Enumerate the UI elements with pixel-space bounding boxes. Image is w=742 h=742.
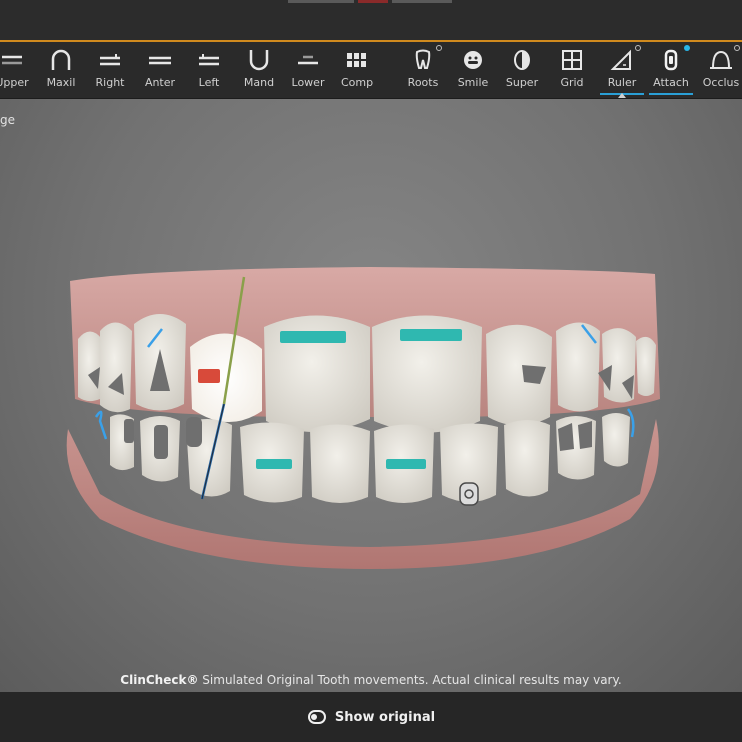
tool-label: Upper <box>0 76 29 89</box>
attachment[interactable] <box>124 419 134 443</box>
attachment[interactable] <box>386 459 426 469</box>
tool-label: Occlus <box>702 76 740 89</box>
view-toolbar: Upper Maxil Right Anter Left <box>0 42 742 99</box>
tool-label: Ruler <box>607 76 637 89</box>
tooth[interactable] <box>78 331 102 402</box>
tool-label: Attach <box>653 76 689 89</box>
toggle-on-indicator <box>684 45 690 51</box>
tool-mandibular[interactable]: Mand <box>234 42 284 98</box>
tool-label: Maxil <box>46 76 76 89</box>
show-original-label: Show original <box>334 709 436 725</box>
attachment[interactable] <box>400 329 462 341</box>
toggle-off-indicator <box>734 45 740 51</box>
toggle-off-indicator <box>635 45 641 51</box>
tool-label: Comp <box>340 76 374 89</box>
tool-right[interactable]: Right <box>85 42 135 98</box>
tool-maxillary[interactable]: Maxil <box>36 42 86 98</box>
show-original-button[interactable]: Show original <box>307 709 435 725</box>
grid-icon <box>562 50 582 70</box>
mandibular-arch-icon <box>249 50 269 71</box>
tool-label: Lower <box>291 76 325 89</box>
attachment[interactable] <box>154 425 168 459</box>
tooth[interactable] <box>636 336 656 396</box>
precision-cut[interactable] <box>94 410 108 440</box>
window-tab[interactable] <box>288 0 354 3</box>
tool-label: Smile <box>457 76 489 89</box>
top-bar <box>0 0 742 42</box>
attachment[interactable] <box>186 417 202 447</box>
window-tab[interactable] <box>392 0 452 3</box>
right-view-icon <box>100 54 120 66</box>
active-underline <box>649 93 693 95</box>
anterior-view-icon <box>149 56 171 65</box>
toggle-off-indicator <box>436 45 442 51</box>
tool-superimpose[interactable]: Super <box>497 42 547 98</box>
tooth[interactable] <box>504 420 550 497</box>
arch-icon <box>51 49 71 70</box>
tool-label: Roots <box>407 76 439 89</box>
tool-roots[interactable]: Roots <box>398 42 448 98</box>
tool-attach[interactable]: Attach <box>646 42 696 98</box>
3d-viewport[interactable]: ge ClinCheck® Simulated Original Tooth m… <box>0 99 742 692</box>
tool-ruler[interactable]: Ruler <box>597 42 647 98</box>
occlusion-icon <box>710 50 732 69</box>
disclaimer: ClinCheck® Simulated Original Tooth move… <box>0 673 742 687</box>
left-view-icon <box>199 54 219 66</box>
tool-label: Grid <box>560 76 584 89</box>
selected-attachment[interactable] <box>198 369 220 383</box>
tooth[interactable] <box>310 424 370 503</box>
tool-label: Mand <box>243 76 275 89</box>
button-hook[interactable] <box>459 482 479 506</box>
attachment-icon <box>664 49 678 71</box>
tool-occlusion[interactable]: Occlus <box>696 42 742 98</box>
dropdown-caret-icon[interactable] <box>618 93 626 98</box>
tooth[interactable] <box>100 322 132 413</box>
smile-icon <box>464 51 482 69</box>
dental-model[interactable] <box>0 99 742 692</box>
tool-label: Super <box>505 76 539 89</box>
tool-label: Left <box>198 76 220 89</box>
tooth[interactable] <box>602 413 630 467</box>
tool-grid[interactable]: Grid <box>547 42 597 98</box>
compare-grid-icon <box>347 53 366 67</box>
attachment[interactable] <box>280 331 346 343</box>
tool-label: Anter <box>144 76 176 89</box>
attachment[interactable] <box>578 421 592 449</box>
upper-arch-icon <box>2 55 22 65</box>
disclaimer-brand: ClinCheck® <box>120 673 199 687</box>
toggle-icon <box>307 710 326 724</box>
bottom-bar: Show original <box>0 692 742 742</box>
tooth[interactable] <box>556 322 600 412</box>
tool-smile[interactable]: Smile <box>448 42 498 98</box>
lower-arch-icon <box>298 55 318 65</box>
window-tab-active[interactable] <box>358 0 388 3</box>
disclaimer-text: Simulated Original Tooth movements. Actu… <box>202 673 622 687</box>
tool-label: Right <box>95 76 125 89</box>
superimpose-icon <box>514 50 530 70</box>
tool-compare[interactable]: Comp <box>332 42 382 98</box>
tooth-roots-icon <box>415 49 431 69</box>
attachment[interactable] <box>256 459 292 469</box>
tool-upper[interactable]: Upper <box>0 42 37 98</box>
ruler-icon <box>610 49 631 70</box>
tool-left[interactable]: Left <box>184 42 234 98</box>
tool-anterior[interactable]: Anter <box>135 42 185 98</box>
tool-lower[interactable]: Lower <box>283 42 333 98</box>
